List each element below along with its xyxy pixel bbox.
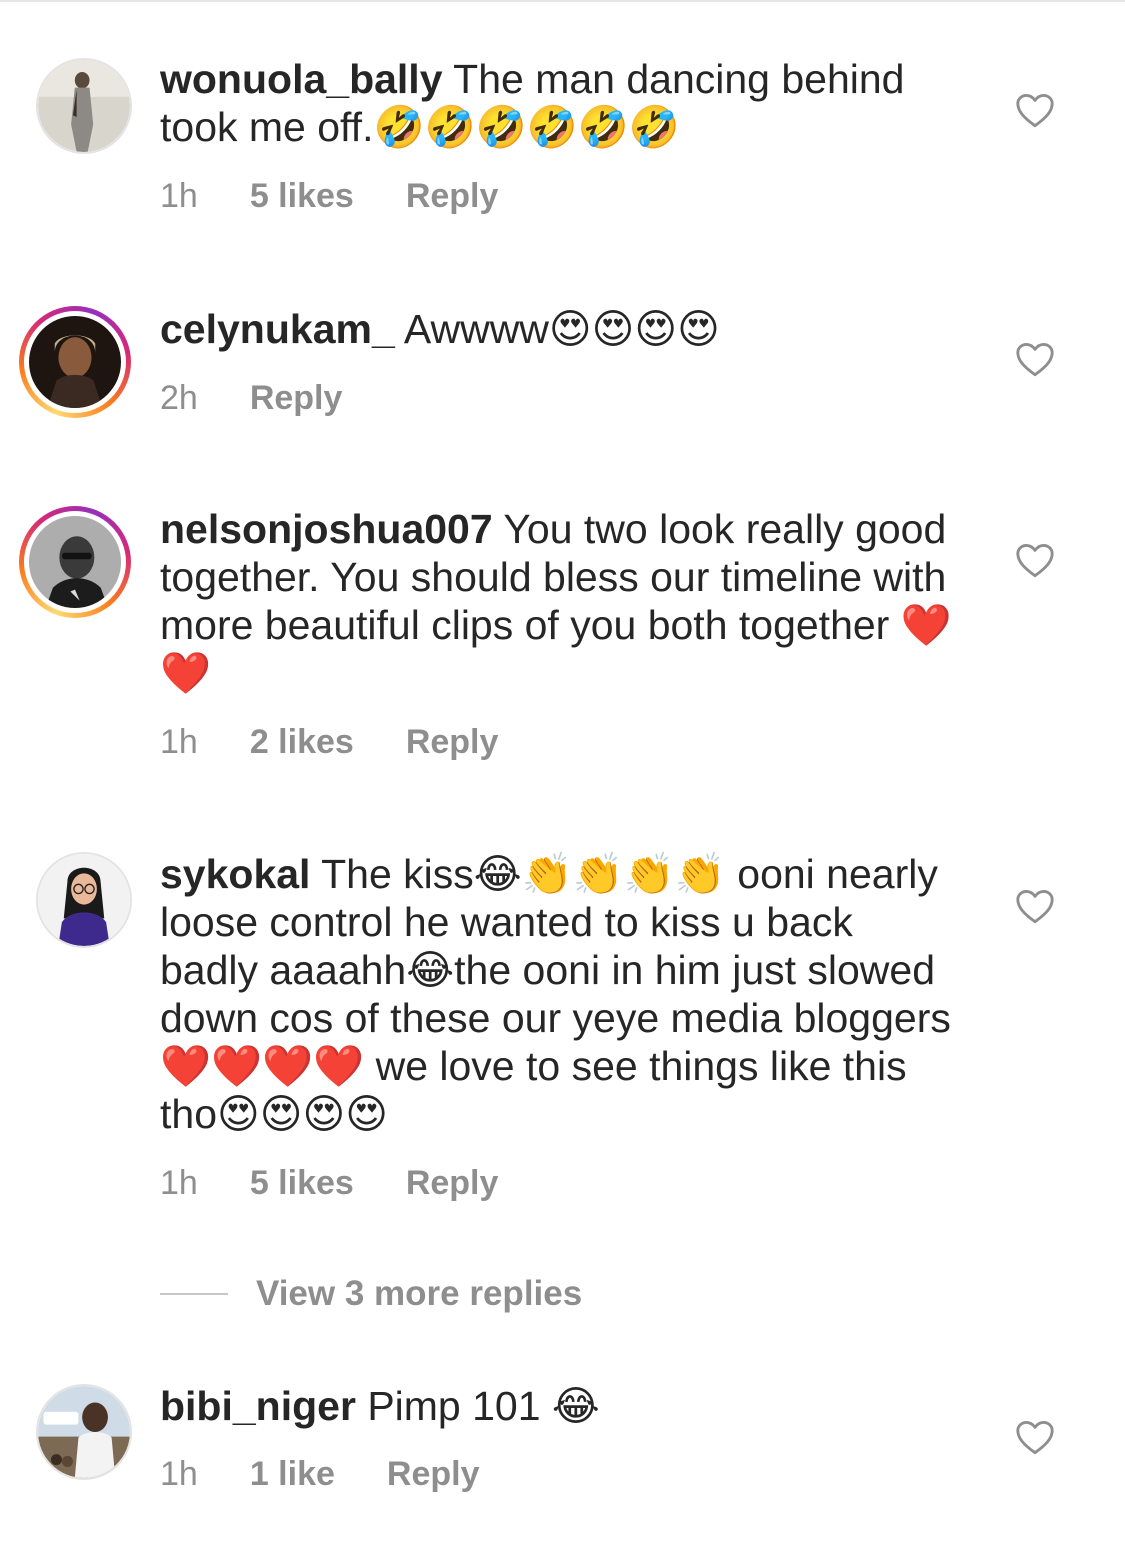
emoji-text: 😂 — [406, 946, 455, 994]
reply-button[interactable]: Reply — [387, 1455, 480, 1494]
avatar[interactable] — [19, 506, 131, 618]
likes-count[interactable]: 5 likes — [250, 177, 354, 216]
heart-icon[interactable] — [1015, 342, 1055, 378]
heart-icon[interactable] — [1015, 543, 1055, 579]
avatar[interactable] — [36, 58, 132, 154]
timestamp: 1h — [160, 1454, 198, 1493]
username[interactable]: nelsonjoshua007 — [160, 506, 493, 552]
comment-text: nelsonjoshua007 You two look really good… — [160, 505, 960, 697]
emoji-text: 😍😍😍😍 — [217, 1090, 388, 1138]
avatar-photo-icon — [29, 316, 121, 408]
replies-divider — [160, 1293, 228, 1295]
comment-meta: 1h 2 likes Reply — [160, 722, 498, 762]
comment-body: The kiss — [310, 851, 474, 897]
comment-text: celynukam_ Awwww😍😍😍😍 — [160, 305, 960, 353]
comment-meta: 1h 1 like Reply — [160, 1454, 480, 1494]
avatar[interactable] — [36, 852, 132, 948]
avatar-photo-icon — [38, 1386, 130, 1478]
top-divider — [0, 0, 1125, 2]
view-more-replies-label[interactable]: View 3 more replies — [256, 1274, 582, 1314]
emoji-text: 😂 — [551, 1382, 600, 1430]
reply-button[interactable]: Reply — [406, 1164, 499, 1203]
heart-icon[interactable] — [1015, 889, 1055, 925]
comment-meta: 1h 5 likes Reply — [160, 176, 498, 216]
comment-text: bibi_niger Pimp 101 😂 — [160, 1382, 960, 1430]
heart-icon[interactable] — [1015, 93, 1055, 129]
likes-count[interactable]: 2 likes — [250, 723, 354, 762]
avatar[interactable] — [19, 306, 131, 418]
view-more-replies[interactable]: View 3 more replies — [160, 1272, 582, 1316]
username[interactable]: celynukam_ — [160, 306, 395, 352]
timestamp: 1h — [160, 176, 198, 215]
avatar-photo-icon — [38, 854, 130, 946]
comment-meta: 1h 5 likes Reply — [160, 1163, 498, 1203]
username[interactable]: bibi_niger — [160, 1383, 356, 1429]
avatar-photo-icon — [29, 516, 121, 608]
timestamp: 1h — [160, 1163, 198, 1202]
reply-button[interactable]: Reply — [406, 177, 499, 216]
timestamp: 1h — [160, 722, 198, 761]
reply-button[interactable]: Reply — [250, 379, 343, 418]
comment-body: Awwww — [394, 306, 549, 352]
likes-count[interactable]: 1 like — [250, 1455, 335, 1494]
comment-meta: 2h Reply — [160, 378, 342, 418]
emoji-text: ❤️❤️❤️❤️ — [160, 1042, 365, 1090]
comment-text: wonuola_bally The man dancing behind too… — [160, 55, 960, 151]
heart-icon[interactable] — [1015, 1420, 1055, 1456]
avatar-photo-icon — [38, 60, 130, 152]
comment-text: sykokal The kiss😂👏👏👏👏 ooni nearly loose … — [160, 850, 960, 1138]
username[interactable]: wonuola_bally — [160, 56, 443, 102]
emoji-text: 😂👏👏👏👏 — [473, 850, 726, 898]
emoji-text: 🤣🤣🤣🤣🤣🤣 — [373, 103, 680, 151]
comment-body: Pimp 101 — [355, 1383, 552, 1429]
emoji-text: 😍😍😍😍 — [548, 305, 720, 353]
likes-count[interactable]: 5 likes — [250, 1164, 354, 1203]
timestamp: 2h — [160, 378, 198, 417]
reply-button[interactable]: Reply — [406, 723, 499, 762]
avatar[interactable] — [36, 1384, 132, 1480]
username[interactable]: sykokal — [160, 851, 310, 897]
